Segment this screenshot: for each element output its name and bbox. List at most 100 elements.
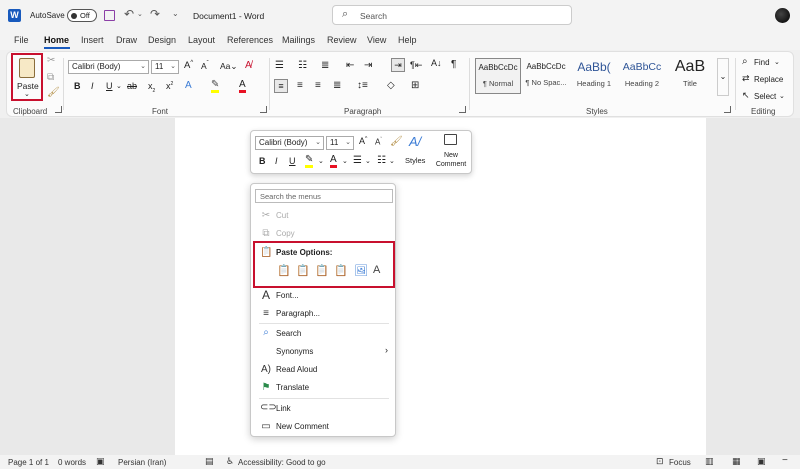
shrink-font-icon[interactable]: Aˇ (201, 61, 209, 71)
menu-item-cut[interactable]: Cut (276, 211, 288, 220)
tab-insert[interactable]: Insert (81, 35, 104, 45)
title-search-box[interactable]: ⌕ Search (332, 5, 572, 25)
grow-font-icon[interactable]: A^ (184, 60, 193, 71)
mini-bold-button[interactable]: B (259, 156, 266, 166)
font-name-combo[interactable]: Calibri (Body) ⌄ (68, 60, 149, 74)
replace-button[interactable]: Replace (754, 75, 783, 84)
menu-item-copy[interactable]: Copy (276, 229, 295, 238)
select-dropdown-icon[interactable]: ⌄ (779, 92, 785, 100)
redo-icon[interactable]: ↷ (150, 7, 160, 21)
tab-mailings[interactable]: Mailings (282, 35, 315, 45)
font-launcher-icon[interactable] (260, 106, 267, 113)
mini-shrink-font-icon[interactable]: Aˇ (375, 137, 382, 147)
decrease-indent-icon[interactable]: ⇤ (346, 60, 354, 71)
paste-button[interactable] (11, 53, 43, 101)
style-title[interactable]: AaB Title (667, 58, 713, 94)
italic-button[interactable]: I (91, 81, 94, 91)
menu-item-font[interactable]: Font... (276, 291, 299, 300)
mini-font-size-combo[interactable]: 11 ⌄ (326, 136, 354, 150)
tab-view[interactable]: View (367, 35, 386, 45)
menu-item-link[interactable]: Link (276, 404, 291, 413)
style-heading-2[interactable]: AaBbCc Heading 2 (619, 58, 665, 94)
mini-font-color-icon[interactable]: A (330, 155, 337, 168)
rtl-direction-icon[interactable]: ¶⇤ (410, 60, 422, 71)
bullets-icon[interactable]: ☰ (275, 60, 284, 71)
mini-italic-button[interactable]: I (275, 156, 278, 166)
sort-icon[interactable]: A↓ (431, 58, 442, 68)
tab-home[interactable]: Home (44, 35, 69, 45)
find-icon[interactable]: ⌕ (742, 56, 748, 67)
line-spacing-icon[interactable]: ↕≡ (357, 80, 368, 91)
copy-icon[interactable]: ⧉ (47, 72, 54, 83)
cut-icon[interactable]: ✂ (47, 55, 55, 66)
replace-icon[interactable]: ⇄ (742, 73, 750, 84)
mini-grow-font-icon[interactable]: A^ (359, 136, 367, 146)
font-color-icon[interactable]: A (239, 80, 246, 93)
web-layout-icon[interactable]: ▣ (757, 456, 766, 467)
align-center-icon[interactable]: ≡ (297, 80, 303, 91)
mini-bullets-icon[interactable]: ☰ (353, 155, 362, 166)
mini-highlight-icon[interactable]: ✎ (305, 155, 314, 168)
styles-launcher-icon[interactable] (724, 106, 731, 113)
print-layout-icon[interactable]: ▦ (732, 456, 741, 467)
mini-bullets-dropdown-icon[interactable]: ⌄ (365, 157, 371, 165)
numbering-icon[interactable]: ☷ (298, 60, 307, 71)
tab-review[interactable]: Review (327, 35, 357, 45)
customize-qat-icon[interactable]: ⌄ (172, 9, 179, 18)
autosave-toggle[interactable]: Off (67, 9, 97, 22)
clear-formatting-icon[interactable]: A̸ (245, 60, 252, 71)
mini-numbering-dropdown-icon[interactable]: ⌄ (389, 157, 395, 165)
tab-design[interactable]: Design (148, 35, 176, 45)
text-effects-icon[interactable]: A (185, 80, 192, 91)
zoom-out-icon[interactable]: − (782, 455, 788, 466)
style-no-spacing[interactable]: AaBbCcDc ¶ No Spac... (523, 58, 569, 94)
status-page[interactable]: Page 1 of 1 (8, 458, 49, 467)
underline-dropdown-icon[interactable]: ⌄ (116, 82, 122, 90)
status-focus[interactable]: Focus (669, 458, 691, 467)
font-size-combo[interactable]: 11 ⌄ (151, 60, 179, 74)
menu-search-input[interactable]: Search the menus (255, 189, 393, 203)
strikethrough-button[interactable]: ab (127, 81, 137, 91)
change-case-icon[interactable]: Aa⌄ (220, 61, 238, 72)
paragraph-launcher-icon[interactable] (459, 106, 466, 113)
highlight-color-icon[interactable]: ✎ (211, 80, 220, 93)
tab-file[interactable]: File (14, 35, 29, 45)
menu-item-synonyms[interactable]: Synonyms (276, 347, 313, 356)
underline-button[interactable]: U (106, 81, 113, 91)
align-right-icon[interactable]: ≡ (315, 80, 321, 91)
mini-format-painter-icon[interactable]: 🖌 (390, 136, 403, 147)
accessibility-icon[interactable]: ♿ (226, 456, 234, 467)
save-icon[interactable] (104, 10, 115, 21)
menu-item-read-aloud[interactable]: Read Aloud (276, 365, 317, 374)
shading-icon[interactable]: ◇ (387, 80, 395, 91)
avatar[interactable] (775, 8, 790, 23)
select-button[interactable]: Select (754, 92, 776, 101)
borders-icon[interactable]: ⊞ (411, 80, 419, 91)
format-painter-icon[interactable]: 🖌 (47, 87, 60, 98)
menu-item-translate[interactable]: Translate (276, 383, 309, 392)
predictions-icon[interactable]: ▤ (205, 456, 214, 467)
menu-item-paragraph[interactable]: Paragraph... (276, 309, 320, 318)
tab-help[interactable]: Help (398, 35, 417, 45)
find-dropdown-icon[interactable]: ⌄ (774, 58, 780, 66)
status-accessibility[interactable]: Accessibility: Good to go (238, 458, 326, 467)
tab-layout[interactable]: Layout (188, 35, 215, 45)
style-normal[interactable]: AaBbCcDc ¶ Normal (475, 58, 521, 94)
tab-draw[interactable]: Draw (116, 35, 137, 45)
justify-icon[interactable]: ≣ (333, 80, 341, 91)
mini-numbering-icon[interactable]: ☷ (377, 155, 386, 166)
multilevel-list-icon[interactable]: ≣ (321, 60, 329, 71)
undo-dropdown-icon[interactable]: ⌄ (137, 10, 143, 18)
find-button[interactable]: Find (754, 58, 770, 67)
mini-new-comment-button[interactable]: New Comment (433, 134, 469, 170)
increase-indent-icon[interactable]: ⇥ (364, 60, 372, 71)
mini-styles-button[interactable]: A/ Styles (404, 134, 430, 170)
tab-references[interactable]: References (227, 35, 273, 45)
focus-icon[interactable]: ⊡ (656, 456, 664, 467)
mini-underline-button[interactable]: U (289, 156, 296, 166)
undo-icon[interactable]: ↶ (124, 7, 134, 21)
style-heading-1[interactable]: AaBb( Heading 1 (571, 58, 617, 94)
mini-font-color-dropdown-icon[interactable]: ⌄ (342, 157, 348, 165)
select-icon[interactable]: ↖ (742, 90, 750, 101)
styles-gallery-scroll[interactable]: ⌄ (717, 58, 729, 96)
